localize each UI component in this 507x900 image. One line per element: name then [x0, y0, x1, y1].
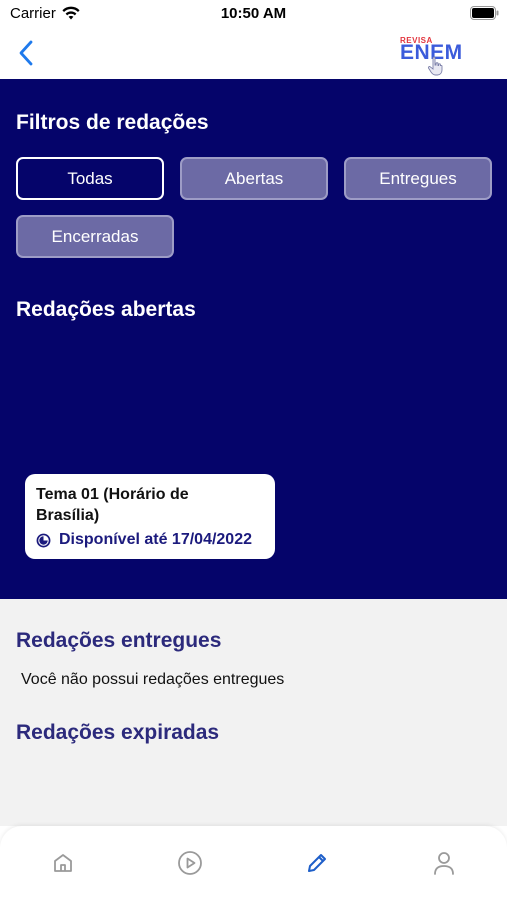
filter-encerradas-button[interactable]: Encerradas: [16, 215, 174, 258]
status-bar: Carrier 10:50 AM: [0, 0, 507, 30]
delivered-and-expired-section: Redações entregues Você não possui redaç…: [0, 599, 507, 826]
tab-essays[interactable]: [302, 848, 332, 878]
pencil-icon: [308, 854, 326, 872]
delivered-essays-empty-message: Você não possui redações entregues: [21, 671, 285, 688]
chevron-left-icon: [19, 40, 33, 66]
tab-bar: [0, 826, 507, 900]
play-icon: [178, 851, 202, 875]
back-button[interactable]: [12, 38, 40, 68]
tab-profile[interactable]: [429, 848, 459, 878]
revisa-enem-logo: REVISA ENEM: [400, 36, 470, 76]
navigation-bar: REVISA ENEM: [0, 30, 507, 78]
status-time: 10:50 AM: [220, 5, 287, 22]
clock-icon: [36, 533, 51, 547]
user-icon: [434, 852, 454, 875]
filters-and-open-essays-section: Filtros de redações Todas Abertas Entreg…: [0, 79, 507, 599]
essay-card[interactable]: Tema 01 (Horário de Brasília) Disponível…: [25, 474, 275, 559]
essay-availability: Disponível até 17/04/2022: [59, 531, 252, 548]
filter-todas-button[interactable]: Todas: [16, 157, 164, 200]
filter-entregues-button[interactable]: Entregues: [344, 157, 492, 200]
battery-icon: [470, 6, 499, 20]
tab-videos[interactable]: [175, 848, 205, 878]
tab-home[interactable]: [48, 848, 78, 878]
filters-title: Filtros de redações: [16, 111, 209, 134]
filter-abertas-button[interactable]: Abertas: [180, 157, 328, 200]
pointer-hand-icon: [427, 56, 443, 76]
open-essays-title: Redações abertas: [16, 298, 196, 321]
delivered-essays-title: Redações entregues: [16, 629, 222, 652]
essay-title: Tema 01 (Horário de Brasília): [36, 486, 189, 524]
expired-essays-title: Redações expiradas: [16, 721, 220, 744]
home-icon: [54, 854, 72, 872]
essay-availability-row: Disponível até 17/04/2022: [36, 531, 275, 549]
